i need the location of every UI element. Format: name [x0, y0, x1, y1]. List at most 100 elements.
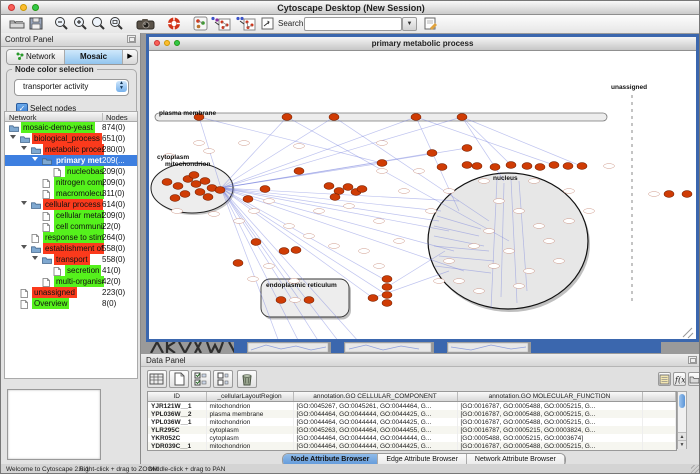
window-resize-grip[interactable]	[691, 465, 700, 474]
table-row[interactable]: YPL036W__2plasma membrane[GO:0044464, GO…	[148, 410, 676, 418]
tree-item-label: nitrogen compo	[54, 177, 104, 188]
tree-row[interactable]: primary metabo209(...	[5, 155, 137, 166]
data-panel-header: Data Panel	[141, 354, 700, 367]
tree-row[interactable]: multi-organism pro42(0)	[5, 276, 137, 287]
snapshot-button[interactable]	[135, 16, 157, 31]
tree-row[interactable]: mosaic-demo-yeast874(0)	[5, 122, 137, 133]
status-zoom-hint: Right-click + drag to ZOOM	[79, 466, 158, 473]
tree-row[interactable]: Overview8(0)	[5, 298, 137, 309]
vizmapper-button[interactable]	[192, 16, 210, 31]
table-row[interactable]: YLR295Ccytoplasm[GO:0045263, GO:0044464,…	[148, 426, 676, 434]
tree-item-label: cell communicat	[54, 221, 104, 232]
tree-row[interactable]: cellular metabo209(0)	[5, 210, 137, 221]
tree-row[interactable]: nitrogen compo209(0)	[5, 177, 137, 188]
node-color-dropdown[interactable]: transporter activity ▲▼	[14, 79, 129, 96]
float-data-panel-icon[interactable]	[688, 356, 697, 364]
table-row[interactable]: YJR121W__1mitochondrion[GO:0045267, GO:0…	[148, 402, 676, 411]
expand-arrow-icon[interactable]	[32, 256, 38, 260]
expand-arrow-icon[interactable]	[21, 146, 27, 150]
tab-network[interactable]: Network	[7, 50, 65, 64]
control-panel-header: Control Panel	[1, 33, 140, 47]
delete-attribute-button[interactable]	[237, 370, 257, 388]
zoom-out-icon	[53, 16, 71, 31]
table-column-header[interactable]: ID	[148, 392, 206, 402]
expand-arrow-icon[interactable]	[10, 135, 16, 139]
help-button[interactable]	[165, 16, 183, 31]
open-folder-small-icon	[689, 374, 700, 385]
tree-row[interactable]: response to stimulu264(0)	[5, 232, 137, 243]
tree-row[interactable]: cell communicat22(0)	[5, 221, 137, 232]
search-input[interactable]	[304, 17, 402, 31]
create-new-attribute-button[interactable]	[169, 370, 189, 388]
unselect-all-attributes-button[interactable]	[213, 370, 233, 388]
annotation-button[interactable]	[259, 16, 277, 31]
tree-item-label: transport	[54, 254, 90, 265]
checkboxes-checked-icon	[192, 372, 210, 386]
network-canvas[interactable]: plasma membrane cytoplasm mitochondrion …	[149, 51, 696, 339]
table-cell	[642, 442, 676, 450]
table-column-header[interactable]	[642, 392, 676, 402]
tree-row[interactable]: secretion41(0)	[5, 265, 137, 276]
tree-item-node-count: 311(0)	[102, 188, 125, 199]
search-dropdown-arrow[interactable]: ▼	[402, 17, 417, 31]
control-panel-tabs: Network Mosaic ▶	[6, 49, 138, 65]
zoom-out-button[interactable]	[53, 16, 71, 31]
tree-item-label: macromolecule	[54, 188, 104, 199]
tree-row[interactable]: cellular process614(0)	[5, 199, 137, 210]
tree-item-label: cellular metabo	[54, 210, 104, 221]
birdseye-view[interactable]	[7, 389, 101, 460]
table-column-header[interactable]: _cellularLayoutRegion	[206, 392, 293, 402]
expand-arrow-icon[interactable]	[32, 157, 38, 161]
camera-icon	[135, 16, 157, 31]
select-attributes-button[interactable]	[147, 370, 167, 388]
network-from-selection-all-edges-icon	[235, 16, 259, 31]
file-icon	[20, 300, 28, 312]
expand-arrow-icon[interactable]	[21, 201, 27, 205]
float-panel-icon[interactable]	[127, 35, 136, 43]
tree-row[interactable]: establishment of lo558(0)	[5, 243, 137, 254]
new-document-icon	[170, 372, 188, 386]
zoom-selected-region-button[interactable]	[90, 16, 108, 31]
table-cell: YPL036W__1	[148, 418, 206, 426]
new-network-from-selected-edges-button[interactable]	[235, 16, 259, 31]
open-file-button[interactable]	[8, 16, 26, 31]
scroll-down-arrow[interactable]: ▼	[678, 440, 686, 449]
tree-row[interactable]: macromolecule311(0)	[5, 188, 137, 199]
tree-row[interactable]: unassigned223(0)	[5, 287, 137, 298]
table-column-header[interactable]: annotation.GO MOLECULAR_FUNCTION	[457, 392, 642, 402]
network-frame-titlebar[interactable]: primary metabolic process	[149, 37, 696, 51]
table-row[interactable]: YPL036W__1mitochondrion[GO:0044464, GO:0…	[148, 418, 676, 426]
scrollbar-thumb[interactable]	[679, 394, 685, 408]
zoom-in-button[interactable]	[72, 16, 90, 31]
attribute-table[interactable]: ID_cellularLayoutRegionannotation.GO CEL…	[147, 391, 677, 451]
expand-arrow-icon[interactable]	[21, 245, 27, 249]
endoplasmic-reticulum-label: endoplasmic reticulum	[266, 282, 337, 289]
select-all-attributes-button[interactable]	[191, 370, 211, 388]
table-column-header[interactable]: annotation.GO CELLULAR_COMPONENT	[293, 392, 457, 402]
advanced-search-button[interactable]	[422, 16, 440, 31]
table-cell: YPL036W__2	[148, 410, 206, 418]
table-cell: mitochondrion	[206, 402, 293, 411]
table-scrollbar[interactable]: ▲ ▼	[677, 391, 687, 449]
tree-item-label: unassigned	[32, 287, 77, 298]
function-builder-button[interactable]: f(x)	[673, 372, 686, 386]
more-tabs-arrow[interactable]: ▶	[123, 50, 137, 64]
window-titlebar[interactable]: Cytoscape Desktop (New Session)	[1, 1, 700, 15]
attribute-batch-editor-button[interactable]	[658, 372, 671, 386]
status-bar: Welcome to Cytoscape 2.8.1 Right-click +…	[1, 464, 700, 474]
tree-item-node-count: 874(0)	[102, 122, 125, 133]
tree-row[interactable]: metabolic process280(0)	[5, 144, 137, 155]
zoom-actual-size-button[interactable]	[108, 16, 126, 31]
tree-row[interactable]: nucleobase-209(0)	[5, 166, 137, 177]
network-tab-icon	[16, 52, 24, 60]
new-network-from-selected-nodes-button[interactable]	[210, 16, 234, 31]
tree-item-label: secretion	[65, 265, 101, 276]
tab-mosaic[interactable]: Mosaic	[65, 50, 123, 64]
save-session-button[interactable]	[27, 16, 45, 31]
table-cell: [GO:0016787, GO:0005488, GO:0005215, G..…	[457, 442, 642, 450]
table-row[interactable]: YKR052Ccytoplasm[GO:0044464, GO:0044444,…	[148, 434, 676, 442]
tree-row[interactable]: biological_process651(0)	[5, 133, 137, 144]
tree-row[interactable]: transport558(0)	[5, 254, 137, 265]
import-attributes-button[interactable]	[688, 372, 700, 386]
table-row[interactable]: YDR039C__1mitochondrion[GO:0044464, GO:0…	[148, 442, 676, 450]
